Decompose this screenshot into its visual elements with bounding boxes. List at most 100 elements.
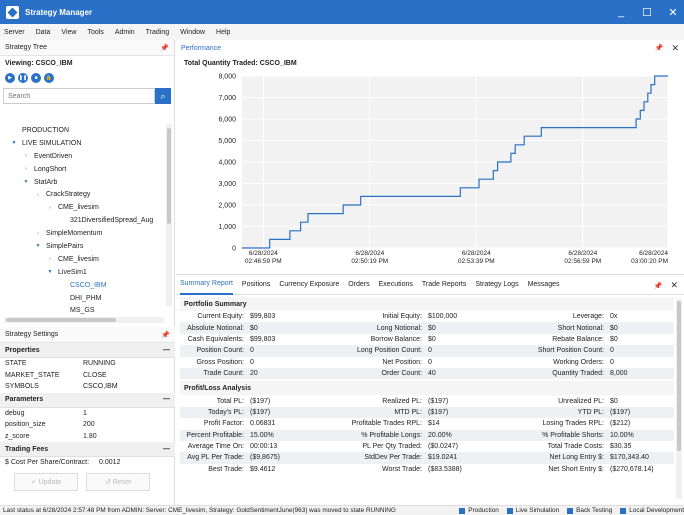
checkbox-icon[interactable] [506,507,513,514]
trading-fees-header[interactable]: Trading Fees — [0,442,175,457]
property-value[interactable]: CSCO,IBM [83,383,118,390]
report-tabs: Summary Report Positions Currency Exposure… [176,275,684,295]
tree-item[interactable]: › SimpleMomentum [0,227,165,240]
collapse-icon[interactable]: — [163,347,170,354]
tree-item[interactable]: DHI_PHM [0,292,165,305]
chevron-down-icon[interactable]: ▼ [22,179,30,185]
tab-executions[interactable]: Executions [379,275,413,295]
parameters-header[interactable]: Parameters — [0,392,175,408]
tree-item[interactable]: › CME_livesim [0,253,165,266]
search-input[interactable] [3,88,155,104]
metric-label: Best Trade: [208,465,244,473]
menu-trading[interactable]: Trading [146,29,169,36]
metric-label: Working Orders: [553,358,604,366]
x-tick-label: 6/28/2024 [355,250,384,257]
tree-scrollbar[interactable] [166,124,172,306]
menu-view[interactable]: View [61,29,76,36]
reset-button[interactable]: ↺ Reset [86,472,150,491]
pin-icon[interactable]: 📌 [161,331,170,339]
tree-item[interactable]: › CrackStrategy [0,188,165,201]
tree-item-label: DHI_PHM [70,294,102,302]
mode-toggle[interactable]: Production [459,507,499,514]
chevron-right-icon[interactable]: › [34,192,42,198]
menu-window[interactable]: Window [180,29,205,36]
tab-trade-reports[interactable]: Trade Reports [422,275,466,295]
play-icon[interactable]: ▶ [5,73,15,83]
tree-item[interactable]: › LongShort [0,163,165,176]
property-value[interactable]: 200 [83,421,95,428]
tree-item[interactable]: ▼ StatArb [0,176,165,189]
stop-icon[interactable]: ■ [31,73,41,83]
property-value[interactable]: 1.80 [83,433,97,440]
metric-label: Long Notional: [376,324,422,332]
tree-item-label: PRODUCTION [22,126,70,134]
pin-icon[interactable]: 📌 [655,44,664,52]
tree-item[interactable]: PRODUCTION [0,124,165,137]
tree-item[interactable]: ▼ LIVE SIMULATION [0,137,165,150]
tab-orders[interactable]: Orders [348,275,369,295]
tab-currency-exposure[interactable]: Currency Exposure [279,275,339,295]
fee-value[interactable]: 0.0012 [99,459,120,466]
checkbox-icon[interactable] [620,507,627,514]
pin-icon[interactable]: 📌 [654,282,663,290]
metric-value: $0 [610,335,618,343]
metric-value: $0 [610,324,618,332]
summary-row: Today's PL: ($197) MTD PL: ($197) YTD PL: ($1… [180,406,674,419]
summary-row: Best Trade: $9.4612 Worst Trade: ($83.5388)… [180,464,674,475]
pause-icon[interactable]: ❚❚ [18,73,28,83]
property-value[interactable]: RUNNING [83,360,116,367]
mode-toggle[interactable]: Live Simulation [506,507,559,514]
tree-item[interactable]: MS_GS [0,304,165,314]
chevron-right-icon[interactable]: › [22,166,30,172]
chevron-right-icon[interactable]: › [46,205,54,211]
mode-toggle[interactable]: Back Testing [567,507,612,514]
tree-item[interactable]: ▼ LiveSim1 [0,266,165,279]
tab-strategy-logs[interactable]: Strategy Logs [475,275,518,295]
close-icon[interactable]: ✕ [666,6,680,19]
summary-row: Position Count: 0 Long Position Count: 0 Sho… [180,345,674,357]
tree-item-label: LongShort [34,165,67,173]
menu-admin[interactable]: Admin [115,29,135,36]
chevron-right-icon[interactable]: › [22,153,30,159]
lock-icon[interactable]: 🔒 [44,73,54,83]
menu-tools[interactable]: Tools [87,29,103,36]
collapse-icon[interactable]: — [163,396,170,403]
property-value[interactable]: CLOSE [83,372,107,379]
chevron-right-icon[interactable]: › [34,231,42,237]
menu-server[interactable]: Server [4,29,25,36]
menu-data[interactable]: Data [36,29,51,36]
tree-item[interactable]: 321DiversifiedSpread_Aug [0,214,165,227]
menu-help[interactable]: Help [216,29,230,36]
checkbox-icon[interactable] [567,507,574,514]
chevron-right-icon[interactable]: › [46,256,54,262]
search-icon[interactable]: ⌕ [155,88,171,104]
tab-summary-report[interactable]: Summary Report [180,275,233,295]
update-button[interactable]: ✓ Update [14,472,78,491]
close-icon[interactable]: ✕ [670,280,678,291]
maximize-icon[interactable]: ☐ [640,6,654,19]
metric-label: Position Count: [196,347,244,355]
metric-label: PL Per Qty Traded: [362,443,422,451]
chevron-down-icon[interactable]: ▼ [10,140,18,146]
tab-messages[interactable]: Messages [528,275,560,295]
viewing-label: Viewing: CSCO_IBM [5,59,73,67]
report-scrollbar[interactable] [676,299,682,499]
close-icon[interactable]: ✕ [671,43,679,54]
pin-icon[interactable]: 📌 [160,44,169,52]
checkbox-icon[interactable] [459,507,466,514]
chevron-down-icon[interactable]: ▼ [46,269,54,275]
minimize-icon[interactable]: _ [614,6,628,18]
search-row: ⌕ [3,88,171,106]
tree-item[interactable]: › CME_livesim [0,201,165,214]
tree-item[interactable]: › EventDriven [0,150,165,163]
summary-row: Trade Count: 20 Order Count: 40 Quantity Tra… [180,367,674,380]
tree-horizontal-scrollbar[interactable] [4,317,164,323]
tab-positions[interactable]: Positions [242,275,270,295]
mode-toggle[interactable]: Local Development [620,507,684,514]
tree-item[interactable]: ▼ SimplePairs [0,240,165,253]
properties-header[interactable]: Properties — [0,343,175,358]
tree-item[interactable]: CSCO_IBM [0,279,165,292]
collapse-icon[interactable]: — [163,446,170,453]
property-value[interactable]: 1 [83,410,87,417]
chevron-down-icon[interactable]: ▼ [34,243,42,249]
